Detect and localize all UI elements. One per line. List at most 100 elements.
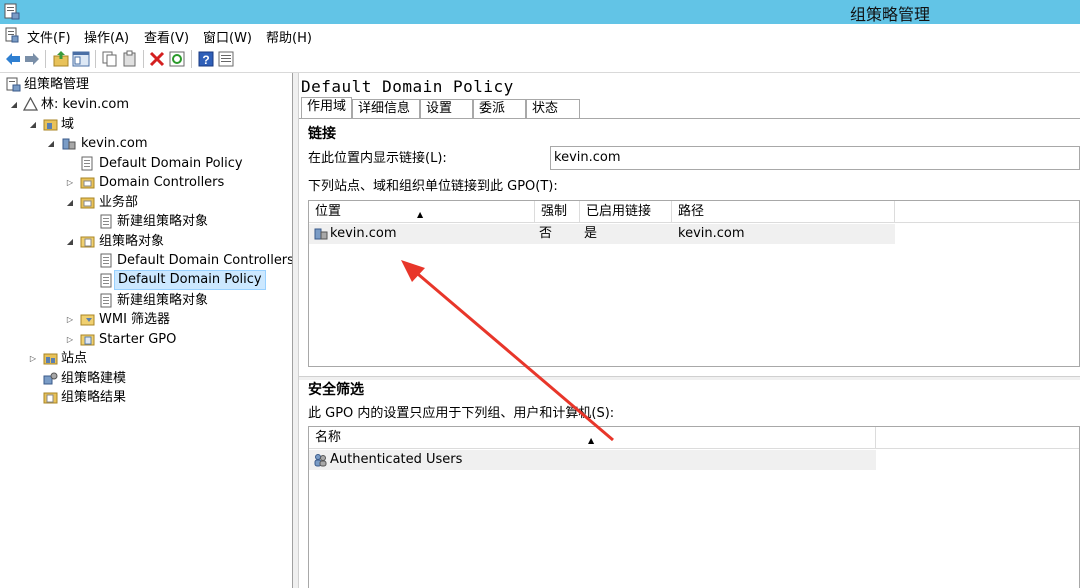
menu-help[interactable]: 帮助(H) <box>266 27 312 46</box>
gpo-icon <box>100 273 112 288</box>
forest-icon <box>23 97 38 111</box>
column-location[interactable]: 位置 ▲ <box>309 201 535 223</box>
sites-icon <box>43 353 58 365</box>
menu-action[interactable]: 操作(A) <box>84 27 129 46</box>
toolbar-separator <box>45 50 46 68</box>
sort-ascending-icon: ▲ <box>588 436 595 445</box>
domain-icon <box>314 228 328 240</box>
links-list[interactable]: 位置 ▲ 强制 已启用链接 路径 kevin.com 否 是 kevin.com <box>308 200 1080 367</box>
console-tree[interactable]: 组策略管理 ◢ 林: kevin.com ◢ 域 ◢ kevin.com Def… <box>0 73 293 588</box>
column-path[interactable]: 路径 <box>672 201 895 223</box>
gpo-link-icon <box>81 156 93 171</box>
column-label: 位置 <box>315 204 342 219</box>
window-title: 组策略管理 <box>849 5 930 24</box>
sort-ascending-icon: ▲ <box>417 210 424 219</box>
paste-icon[interactable] <box>121 50 139 68</box>
tab-scope[interactable]: 作用域 <box>301 97 352 118</box>
collapsed-icon[interactable]: ▷ <box>65 310 75 329</box>
tree-label: 业务部 <box>99 195 139 210</box>
tree-label: 组策略管理 <box>24 77 90 92</box>
table-row[interactable]: kevin.com 否 是 kevin.com <box>309 224 895 244</box>
cell-path: kevin.com <box>678 226 745 241</box>
tab-settings[interactable]: 设置 <box>420 99 473 118</box>
modeling-icon <box>43 372 58 385</box>
table-row[interactable]: Authenticated Users <box>309 450 876 470</box>
cell-location: kevin.com <box>330 226 397 241</box>
toolbar: ? <box>0 46 1080 72</box>
up-folder-icon[interactable] <box>52 50 70 68</box>
column-link-enabled[interactable]: 已启用链接 <box>580 201 672 223</box>
column-enforced[interactable]: 强制 <box>535 201 580 223</box>
security-filtering-description: 此 GPO 内的设置只应用于下列组、用户和计算机(S): <box>308 406 615 421</box>
security-filtering-list[interactable]: 名称 ▲ Authenticated Users <box>308 426 1080 588</box>
expanded-icon[interactable]: ◢ <box>65 232 75 251</box>
gpo-title: Default Domain Policy <box>301 77 514 96</box>
show-hide-tree-icon[interactable] <box>72 50 90 68</box>
tab-details[interactable]: 详细信息 <box>352 99 420 118</box>
cell-name: Authenticated Users <box>330 452 463 467</box>
gpo-icon <box>100 293 112 308</box>
help-icon[interactable]: ? <box>197 50 215 68</box>
delete-icon[interactable] <box>148 50 166 68</box>
ou-icon <box>80 177 95 189</box>
tab-delegation[interactable]: 委派 <box>473 99 526 118</box>
back-icon[interactable] <box>4 50 22 68</box>
expanded-icon[interactable]: ◢ <box>9 95 19 114</box>
tree-label: 组策略结果 <box>61 390 127 405</box>
menu-bar: 文件(F) 操作(A) 查看(V) 窗口(W) 帮助(H) <box>0 24 1080 46</box>
collapsed-icon[interactable]: ▷ <box>65 173 75 192</box>
domain-icon <box>62 138 76 150</box>
ou-icon <box>80 197 95 209</box>
security-filtering-heading: 安全筛选 <box>308 382 364 398</box>
cell-enforced: 否 <box>539 226 553 241</box>
system-menu-icon[interactable] <box>5 27 19 43</box>
tree-label: Starter GPO <box>99 332 177 347</box>
wmi-folder-icon <box>80 314 95 326</box>
svg-text:?: ? <box>202 53 209 67</box>
tree-label: WMI 筛选器 <box>99 312 171 327</box>
starter-gpo-folder-icon <box>80 334 95 346</box>
links-heading: 链接 <box>308 126 336 142</box>
domains-folder-icon <box>43 119 58 131</box>
details-pane: Default Domain Policy 作用域 详细信息 设置 委派 状态 … <box>299 73 1080 588</box>
tab-border <box>299 118 1080 119</box>
column-name[interactable]: 名称 ▲ <box>309 427 876 449</box>
tree-label: 林: kevin.com <box>41 97 130 112</box>
expanded-icon[interactable]: ◢ <box>46 134 56 153</box>
menu-file[interactable]: 文件(F) <box>27 27 71 46</box>
column-label: 名称 <box>315 430 342 445</box>
tab-status[interactable]: 状态 <box>526 99 580 118</box>
tree-label: Domain Controllers <box>99 175 225 190</box>
properties-icon[interactable] <box>217 50 235 68</box>
user-group-icon <box>314 454 327 467</box>
tree-label: 域 <box>61 117 75 132</box>
tree-label: 新建组策略对象 <box>117 214 209 229</box>
tree-label: Default Domain Policy <box>114 270 266 290</box>
copy-icon[interactable] <box>101 50 119 68</box>
links-list-header: 位置 ▲ 强制 已启用链接 路径 <box>309 201 1079 223</box>
expanded-icon[interactable]: ◢ <box>65 193 75 212</box>
tree-label: kevin.com <box>81 136 148 151</box>
menu-window[interactable]: 窗口(W) <box>203 27 252 46</box>
expanded-icon[interactable]: ◢ <box>28 115 38 134</box>
location-combobox[interactable]: kevin.com <box>550 146 1080 170</box>
tree-label: 组策略对象 <box>99 234 165 249</box>
refresh-icon[interactable] <box>168 50 186 68</box>
section-divider[interactable] <box>299 376 1080 380</box>
collapsed-icon[interactable]: ▷ <box>65 330 75 349</box>
gpo-icon <box>100 253 112 268</box>
gpmc-icon <box>6 77 21 92</box>
tree-label: 组策略建模 <box>61 371 127 386</box>
menu-view[interactable]: 查看(V) <box>144 27 189 46</box>
gpo-folder-icon <box>80 236 95 248</box>
title-bar: 组策略管理 <box>0 0 1080 24</box>
collapsed-icon[interactable]: ▷ <box>28 349 38 368</box>
forward-icon[interactable] <box>23 50 41 68</box>
tree-label: 站点 <box>61 351 88 366</box>
gpo-link-icon <box>100 214 112 229</box>
tree-label: Default Domain Policy <box>99 156 243 171</box>
cell-link-enabled: 是 <box>584 226 598 241</box>
tree-label: 新建组策略对象 <box>117 293 209 308</box>
links-description: 下列站点、域和组织单位链接到此 GPO(T): <box>308 179 558 194</box>
tree-label: Default Domain Controllers <box>117 253 293 268</box>
